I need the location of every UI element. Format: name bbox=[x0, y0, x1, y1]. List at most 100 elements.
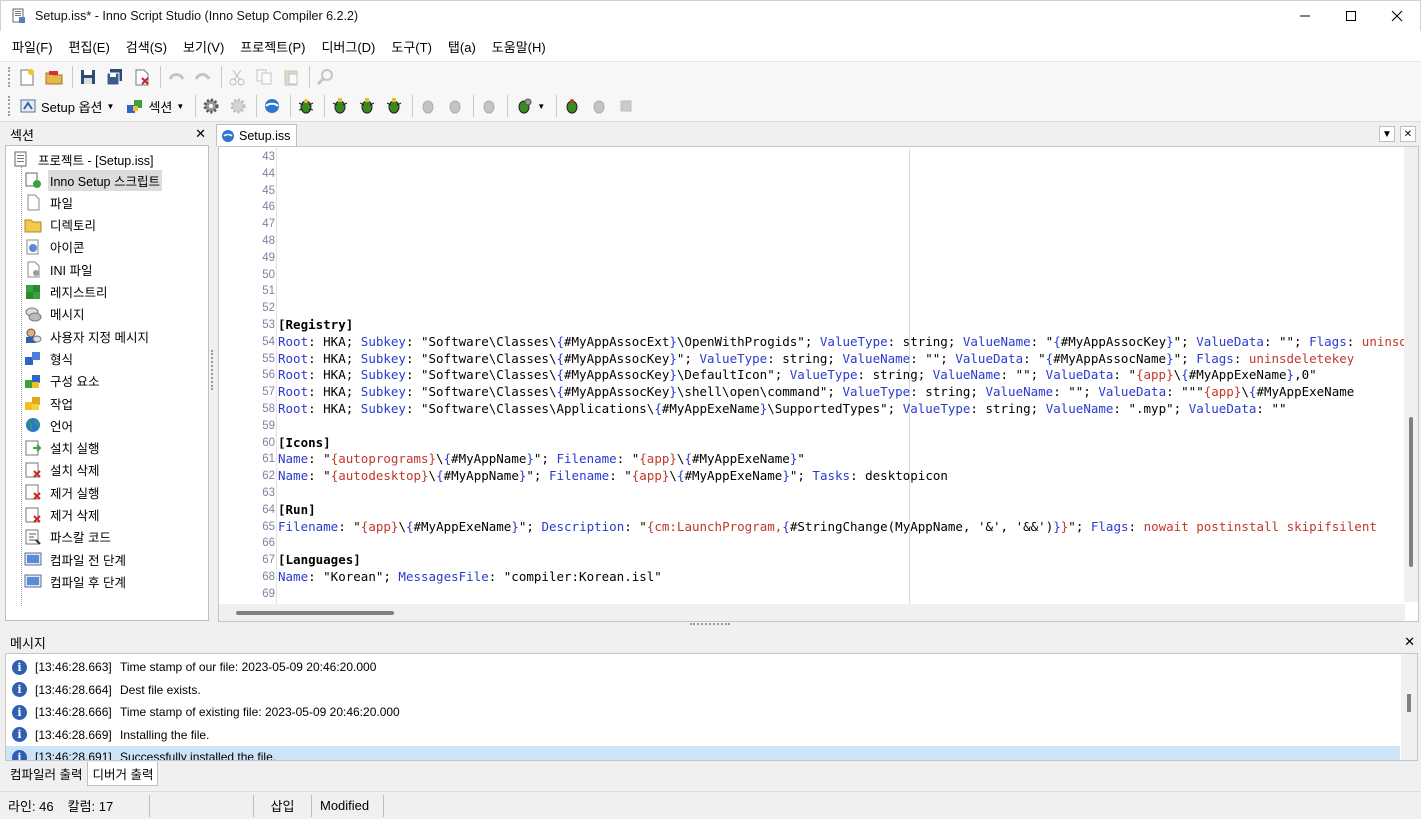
tree-item-run[interactable]: 설치 실행 bbox=[24, 438, 101, 458]
tree-item-files[interactable]: 파일 bbox=[24, 192, 75, 212]
tab-debugger-output[interactable]: 디버거 출력 bbox=[87, 762, 159, 786]
messages-panel-close-icon[interactable]: ✕ bbox=[1404, 634, 1415, 650]
message-row[interactable]: i [13:46:28.669] Installing the file. bbox=[6, 724, 1400, 746]
minimize-button[interactable] bbox=[1282, 1, 1328, 31]
tab-setup-iss[interactable]: Setup.iss bbox=[216, 124, 298, 146]
new-file-button[interactable] bbox=[15, 65, 39, 89]
tree-item-tasks[interactable]: 작업 bbox=[24, 393, 75, 413]
undo-button[interactable] bbox=[164, 65, 188, 89]
close-button[interactable] bbox=[1374, 1, 1420, 31]
code-line[interactable]: 56 Root: HKA; Subkey: "Software\Classes\{… bbox=[219, 367, 1405, 384]
section-dropdown[interactable]: 섹션 ▼ bbox=[122, 94, 188, 118]
cut-button[interactable] bbox=[225, 65, 249, 89]
tree-item-directories[interactable]: 디렉토리 bbox=[24, 215, 98, 235]
maximize-button[interactable] bbox=[1328, 1, 1374, 31]
code-editor[interactable]: 43 44 45 46 47 48 49 50 51 52 53 [Registry] 54 Root: … bbox=[218, 146, 1419, 622]
terminate-button[interactable] bbox=[614, 94, 638, 118]
menu-tools[interactable]: 도구(T) bbox=[383, 37, 440, 56]
tree-item-registry[interactable]: 레지스트리 bbox=[24, 282, 110, 302]
menu-project[interactable]: 프로젝트(P) bbox=[232, 37, 313, 56]
code-line[interactable]: 69 bbox=[219, 586, 1405, 603]
tree-item-languages[interactable]: 언어 bbox=[24, 415, 75, 435]
stop-compile-button[interactable] bbox=[226, 94, 250, 118]
code-line[interactable]: 62 Name: "{autodesktop}\{#MyAppName}"; Fi… bbox=[219, 468, 1405, 485]
editor-horizontal-scrollbar[interactable] bbox=[219, 604, 1405, 621]
section-panel-close-icon[interactable]: ✕ bbox=[195, 126, 206, 142]
tree-root-project[interactable]: 프로젝트 - [Setup.iss] bbox=[12, 149, 155, 169]
step-out-button[interactable] bbox=[382, 94, 406, 118]
messages-list[interactable]: i [13:46:28.663] Time stamp of our file:… bbox=[5, 653, 1418, 761]
toggle-breakpoint-button[interactable] bbox=[560, 94, 584, 118]
code-line[interactable]: 44 bbox=[219, 166, 1405, 183]
open-file-button[interactable] bbox=[42, 65, 66, 89]
code-line[interactable]: 50 bbox=[219, 267, 1405, 284]
code-line[interactable]: 48 bbox=[219, 233, 1405, 250]
tree-item-custom-messages[interactable]: 사용자 지정 메시지 bbox=[24, 326, 151, 346]
editor-splitter[interactable] bbox=[690, 623, 730, 626]
menu-tab[interactable]: 탭(a) bbox=[440, 37, 484, 56]
code-line[interactable]: 58 Root: HKA; Subkey: "Software\Classes\A… bbox=[219, 401, 1405, 418]
code-line[interactable]: 43 bbox=[219, 149, 1405, 166]
code-area[interactable]: 43 44 45 46 47 48 49 50 51 52 53 [Registry] 54 Root: … bbox=[219, 149, 1405, 604]
tree-item-uninstall-run[interactable]: 제거 실행 bbox=[24, 482, 101, 502]
pause-debug-button[interactable] bbox=[416, 94, 440, 118]
code-line[interactable]: 54 Root: HKA; Subkey: "Software\Classes\{… bbox=[219, 334, 1405, 351]
step-over-button[interactable] bbox=[355, 94, 379, 118]
tree-item-inno-setup-script[interactable]: Inno Setup 스크립트 bbox=[24, 169, 162, 191]
setup-options-dropdown[interactable]: Setup 옵션 ▼ bbox=[15, 94, 118, 118]
toolbar-grip[interactable] bbox=[8, 66, 11, 87]
panel-splitter[interactable] bbox=[211, 350, 214, 390]
tree-item-types[interactable]: 형식 bbox=[24, 348, 75, 368]
redo-button[interactable] bbox=[191, 65, 215, 89]
tree-item-install-delete[interactable]: 설치 삭제 bbox=[24, 460, 101, 480]
menu-view[interactable]: 보기(V) bbox=[175, 37, 232, 56]
tree-item-messages[interactable]: 메시지 bbox=[24, 304, 87, 324]
tab-close-button[interactable]: ✕ bbox=[1400, 126, 1416, 142]
code-line[interactable]: 52 bbox=[219, 300, 1405, 317]
tree-item-icons[interactable]: 아이콘 bbox=[24, 237, 87, 257]
menu-file[interactable]: 파일(F) bbox=[4, 37, 61, 56]
code-line[interactable]: 63 bbox=[219, 485, 1405, 502]
code-line[interactable]: 47 bbox=[219, 216, 1405, 233]
save-all-button[interactable] bbox=[103, 65, 127, 89]
save-button[interactable] bbox=[76, 65, 100, 89]
stop-debug-button[interactable] bbox=[443, 94, 467, 118]
code-line[interactable]: 59 bbox=[219, 418, 1405, 435]
copy-button[interactable] bbox=[252, 65, 276, 89]
clear-breakpoints-button[interactable] bbox=[587, 94, 611, 118]
code-line[interactable]: 64 [Run] bbox=[219, 502, 1405, 519]
code-line[interactable]: 67 [Languages] bbox=[219, 552, 1405, 569]
code-line[interactable]: 51 bbox=[219, 283, 1405, 300]
message-row[interactable]: i [13:46:28.663] Time stamp of our file:… bbox=[6, 656, 1400, 678]
debug-run-button[interactable] bbox=[294, 94, 318, 118]
message-row[interactable]: i [13:46:28.664] Dest file exists. bbox=[6, 679, 1400, 701]
find-button[interactable] bbox=[313, 65, 337, 89]
compile-button[interactable] bbox=[199, 94, 223, 118]
code-line[interactable]: 65 Filename: "{app}\{#MyAppExeName}"; Des… bbox=[219, 519, 1405, 536]
breakpoint-dropdown[interactable]: ▼ bbox=[511, 94, 549, 118]
tab-compiler-output[interactable]: 컴파일러 출력 bbox=[5, 762, 87, 784]
code-line[interactable]: 57 Root: HKA; Subkey: "Software\Classes\{… bbox=[219, 384, 1405, 401]
tab-list-button[interactable]: ▼ bbox=[1379, 126, 1395, 142]
code-line[interactable]: 55 Root: HKA; Subkey: "Software\Classes\{… bbox=[219, 351, 1405, 368]
web-button[interactable] bbox=[260, 94, 284, 118]
tree-item-pascal-code[interactable]: 파스칼 코드 bbox=[24, 527, 113, 547]
menu-search[interactable]: 검색(S) bbox=[118, 37, 175, 56]
menu-help[interactable]: 도움말(H) bbox=[484, 37, 554, 56]
toolbar-grip[interactable] bbox=[8, 96, 11, 116]
code-line[interactable]: 60 [Icons] bbox=[219, 435, 1405, 452]
code-line[interactable]: 45 bbox=[219, 183, 1405, 200]
code-line[interactable]: 49 bbox=[219, 250, 1405, 267]
close-file-button[interactable] bbox=[130, 65, 154, 89]
code-line[interactable]: 46 bbox=[219, 199, 1405, 216]
tree-item-post-compile[interactable]: 컴파일 후 단계 bbox=[24, 571, 128, 591]
menu-edit[interactable]: 편집(E) bbox=[61, 37, 118, 56]
paste-button[interactable] bbox=[279, 65, 303, 89]
editor-vertical-scrollbar[interactable] bbox=[1404, 147, 1418, 602]
tree-item-uninstall-delete[interactable]: 제거 삭제 bbox=[24, 505, 101, 525]
code-line[interactable]: 68 Name: "Korean"; MessagesFile: "compile… bbox=[219, 569, 1405, 586]
section-tree[interactable]: 프로젝트 - [Setup.iss] Inno Setup 스크립트 파일 디렉… bbox=[5, 145, 209, 621]
code-line[interactable]: 66 bbox=[219, 535, 1405, 552]
code-line[interactable]: 61 Name: "{autoprograms}\{#MyAppName}"; F… bbox=[219, 451, 1405, 468]
menu-debug[interactable]: 디버그(D) bbox=[313, 37, 383, 56]
